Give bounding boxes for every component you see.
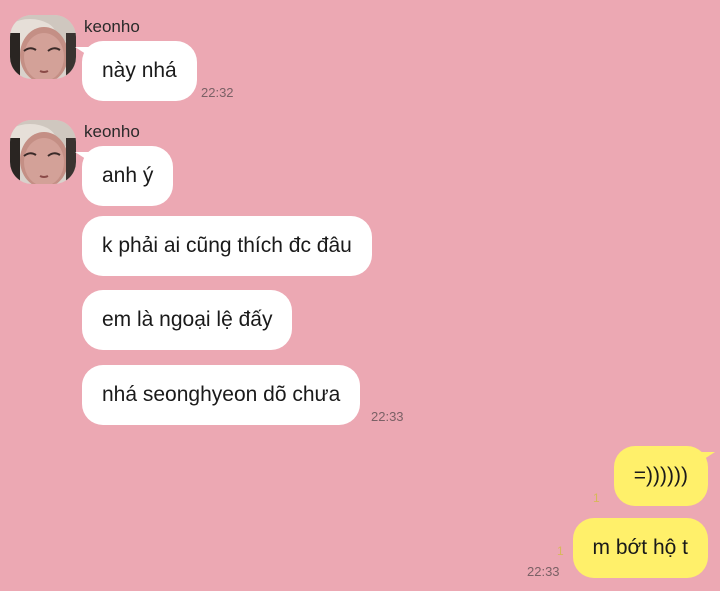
profile-photo-icon — [10, 15, 76, 79]
message-bubble-outgoing[interactable]: =)))))) — [613, 446, 716, 506]
sender-avatar[interactable] — [10, 15, 76, 79]
sender-avatar[interactable] — [10, 120, 76, 184]
message-timestamp: 22:33 — [371, 409, 404, 424]
message-bubble[interactable]: em là ngoại lệ đấy — [82, 290, 293, 350]
unread-count: 1 — [593, 491, 600, 505]
unread-count: 1 — [557, 544, 564, 558]
sender-name: keonho — [84, 17, 140, 36]
profile-photo-icon — [10, 120, 76, 184]
message-bubble[interactable]: k phải ai cũng thích đc đâu — [82, 216, 372, 276]
message-bubble[interactable]: nhá seonghyeon dõ chưa — [82, 365, 361, 425]
message-bubble-outgoing[interactable]: m bớt hộ t — [572, 518, 708, 578]
message-timestamp: 22:33 — [527, 564, 560, 579]
message-timestamp: 22:32 — [201, 85, 234, 100]
sender-name: keonho — [84, 122, 140, 141]
message-bubble[interactable]: này nhá — [75, 41, 197, 101]
message-bubble[interactable]: anh ý — [74, 146, 174, 206]
